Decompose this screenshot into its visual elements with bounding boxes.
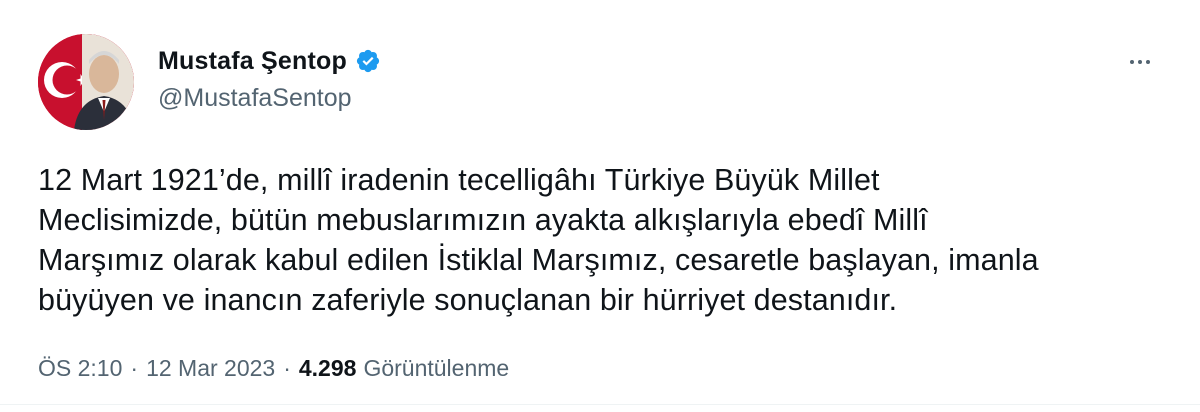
author-block: Mustafa Şentop @MustafaSentop: [158, 44, 381, 113]
more-options-button[interactable]: [1122, 48, 1158, 76]
views-count: 4.298: [298, 355, 357, 381]
tweet-card[interactable]: Mustafa Şentop @MustafaSentop 12 Mart 19…: [0, 0, 1200, 412]
meta-separator: ·: [283, 355, 291, 381]
tweet-time[interactable]: ÖS 2:10: [38, 355, 122, 382]
author-handle[interactable]: @MustafaSentop: [158, 84, 381, 113]
divider: [0, 404, 1200, 405]
views-label: Görüntülenme: [363, 355, 510, 381]
tweet-date[interactable]: 12 Mar 2023: [146, 355, 275, 382]
more-horizontal-icon: [1138, 60, 1142, 64]
avatar[interactable]: [38, 34, 134, 130]
verified-badge-icon: [355, 48, 381, 74]
tweet-meta: ÖS 2:10 · 12 Mar 2023 · 4.298 Görüntülen…: [38, 355, 509, 382]
tweet-text: 12 Mart 1921’de, millî iradenin tecellig…: [38, 163, 1039, 317]
more-horizontal-icon: [1130, 60, 1134, 64]
avatar-image: [38, 34, 134, 130]
author-name-row: Mustafa Şentop: [158, 44, 381, 78]
more-horizontal-icon: [1146, 60, 1150, 64]
meta-separator: ·: [130, 355, 139, 381]
author-display-name[interactable]: Mustafa Şentop: [158, 47, 347, 76]
